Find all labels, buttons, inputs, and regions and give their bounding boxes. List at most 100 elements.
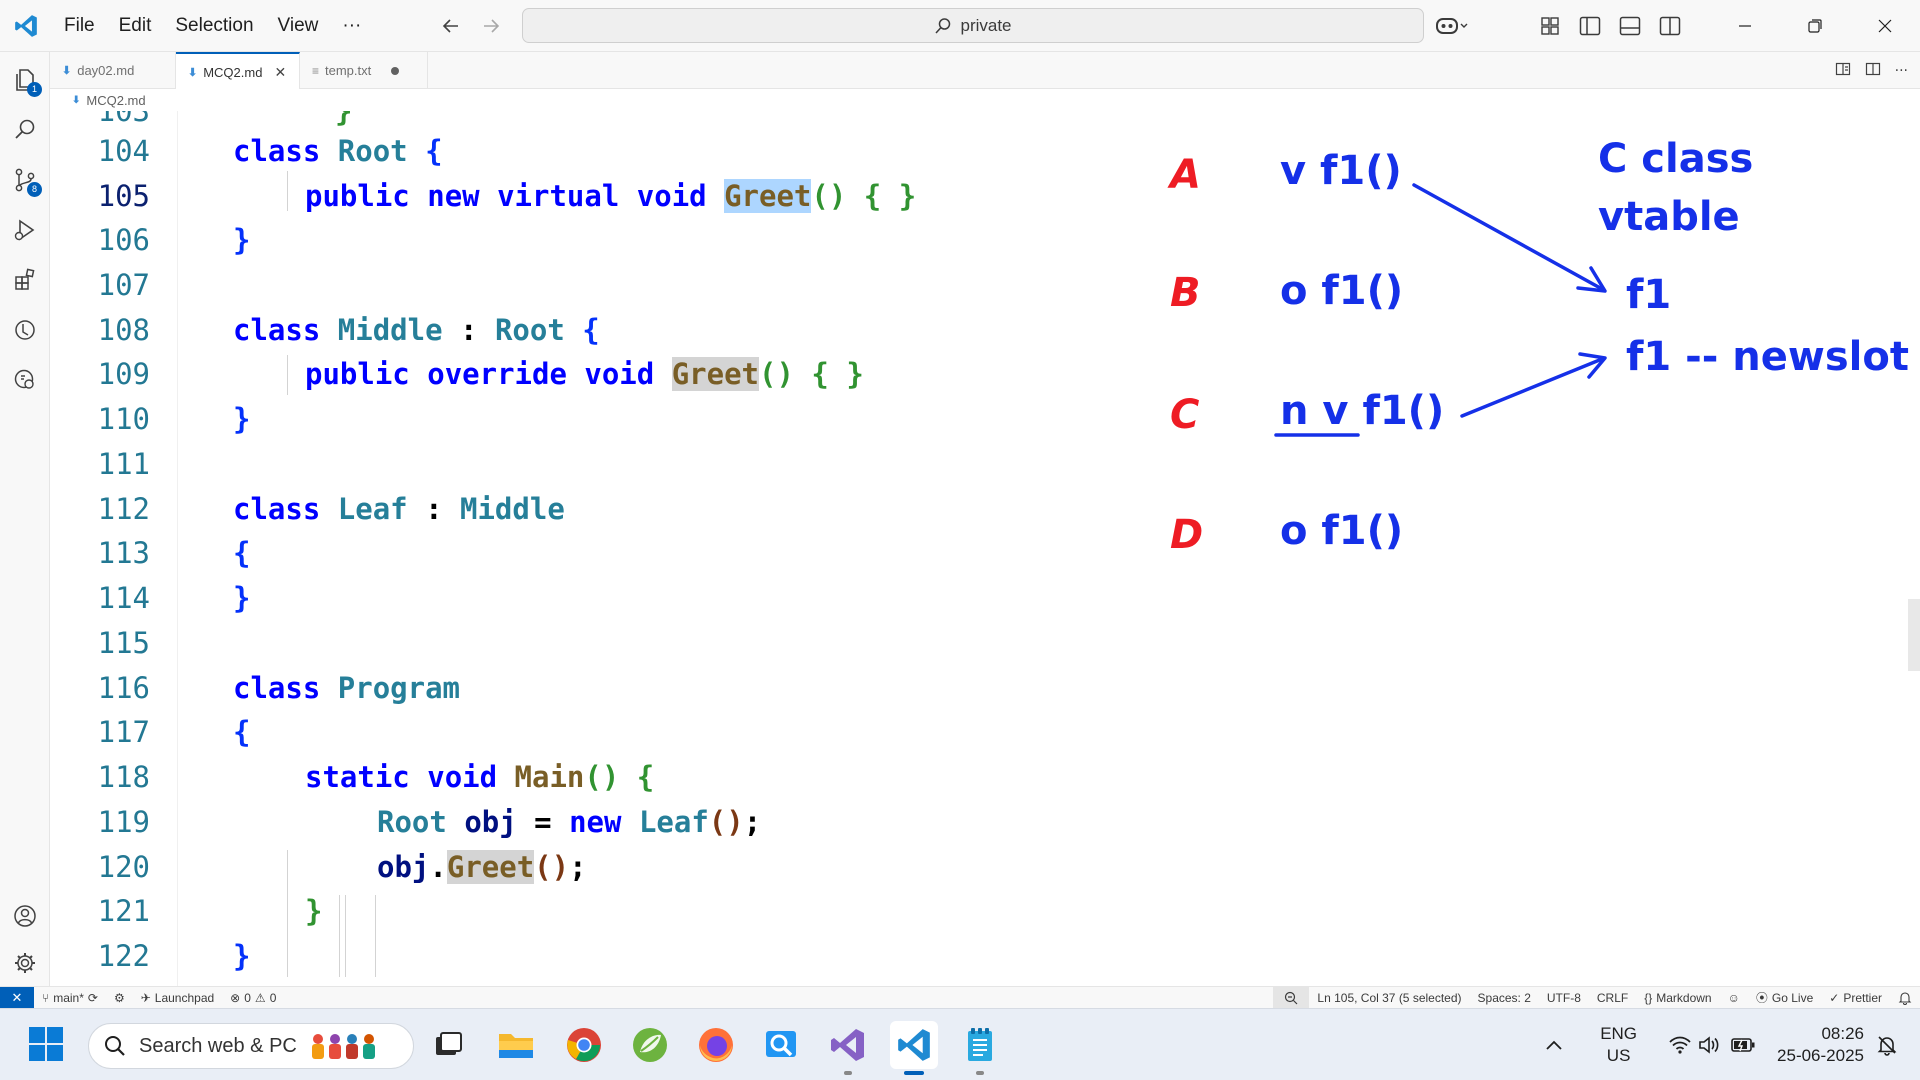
customize-layout-icon[interactable] <box>1530 0 1570 52</box>
menu-view[interactable]: View <box>266 0 331 52</box>
toggle-secondary-sidebar-icon[interactable] <box>1650 0 1690 52</box>
active-indicator <box>904 1071 924 1075</box>
source-control-badge: 8 <box>27 182 42 197</box>
text-file-icon: ≡ <box>312 63 320 78</box>
tab-mcq2[interactable]: ⬇ MCQ2.md ✕ <box>176 52 300 90</box>
editor-tab-bar: ⬇ day02.md ⬇ MCQ2.md ✕ ≡ temp.txt ··· <box>50 52 1920 90</box>
search-icon[interactable] <box>0 105 50 155</box>
scrollbar-thumb[interactable] <box>1908 599 1920 671</box>
encoding[interactable]: UTF-8 <box>1539 987 1589 1009</box>
debug-status-icon[interactable]: ⚙ <box>106 987 133 1009</box>
toggle-primary-sidebar-icon[interactable] <box>1570 0 1610 52</box>
branch-indicator[interactable]: ⑂ main* ⟳ <box>34 987 106 1009</box>
explorer-icon[interactable]: 1 <box>0 55 50 105</box>
end-of-line[interactable]: CRLF <box>1589 987 1636 1009</box>
notepad-icon[interactable] <box>956 1021 1004 1075</box>
visual-studio-icon[interactable] <box>824 1021 872 1075</box>
file-explorer-icon[interactable] <box>492 1021 540 1069</box>
launchpad-icon: ✈ <box>140 990 151 1005</box>
prettier-button[interactable]: ✓ Prettier <box>1821 987 1890 1009</box>
close-window-icon[interactable] <box>1850 0 1920 52</box>
vscode-taskbar-icon[interactable] <box>890 1021 938 1075</box>
menu-file[interactable]: File <box>52 0 107 52</box>
zoom-icon[interactable] <box>1273 987 1310 1009</box>
sync-icon: ⟳ <box>87 990 98 1005</box>
show-hidden-icons-chevron-icon[interactable] <box>1532 1009 1576 1080</box>
menu-selection[interactable]: Selection <box>163 0 265 52</box>
code-editor[interactable]: 103 } 104 105 106 107 108 109 110 111 11… <box>50 111 1920 986</box>
launchpad-button[interactable]: ✈ Launchpad <box>133 987 222 1009</box>
battery-icon[interactable] <box>1725 1036 1761 1054</box>
chrome-icon[interactable] <box>560 1021 608 1069</box>
vscode-window: File Edit Selection View ··· private 1 8… <box>0 0 1920 1080</box>
clock[interactable]: 08:26 25-06-2025 <box>1777 1023 1864 1067</box>
wifi-icon[interactable] <box>1665 1035 1695 1055</box>
explorer-badge: 1 <box>27 82 42 97</box>
timeline-icon[interactable] <box>0 305 50 355</box>
copilot-icon[interactable] <box>1422 0 1482 52</box>
language-indicator[interactable]: ENG US <box>1600 1023 1637 1067</box>
bell-icon[interactable] <box>1890 987 1920 1009</box>
more-actions-icon[interactable]: ··· <box>1895 63 1908 79</box>
running-indicator <box>976 1071 984 1075</box>
branch-icon: ⑂ <box>42 990 50 1005</box>
windows-start-icon[interactable] <box>28 1026 64 1066</box>
clock-time: 08:26 <box>1821 1024 1864 1043</box>
spring-tool-icon[interactable] <box>626 1021 674 1069</box>
breadcrumb-file[interactable]: MCQ2.md <box>86 93 145 108</box>
check-icon: ✓ <box>1829 991 1840 1005</box>
unsaved-dot-icon[interactable] <box>391 66 400 75</box>
volume-icon[interactable] <box>1695 1035 1725 1055</box>
tab-temp[interactable]: ≡ temp.txt <box>300 52 428 89</box>
braces-icon: {} <box>1644 991 1653 1005</box>
source-control-icon[interactable]: 8 <box>0 155 50 205</box>
tab-label: day02.md <box>77 63 135 78</box>
annotation-arrows <box>1274 183 1607 437</box>
back-arrow-icon[interactable] <box>432 0 470 52</box>
go-live-button[interactable]: ⦿ Go Live <box>1748 987 1821 1009</box>
tab-day02[interactable]: ⬇ day02.md <box>50 52 176 89</box>
gear-icon[interactable] <box>0 938 50 988</box>
taskbar-search-placeholder: Search web & PC <box>139 1034 297 1057</box>
vscode-logo-icon[interactable] <box>0 0 52 52</box>
copilot-status-icon[interactable]: ☺ <box>1720 987 1748 1009</box>
language-mode[interactable]: {} Markdown <box>1636 987 1719 1009</box>
menu-bar: File Edit Selection View ··· <box>52 0 373 52</box>
remote-indicator[interactable]: ✕ <box>0 986 34 1009</box>
title-bar: File Edit Selection View ··· private <box>0 0 1920 52</box>
run-debug-icon[interactable] <box>0 205 50 255</box>
status-bar-right: Ln 105, Col 37 (5 selected) Spaces: 2 UT… <box>1273 987 1920 1009</box>
forward-arrow-icon[interactable] <box>472 0 510 52</box>
broadcast-icon: ⦿ <box>1755 991 1768 1005</box>
notification-bell-icon[interactable] <box>1864 1034 1910 1056</box>
activity-bar: 1 8 <box>0 52 50 986</box>
title-bar-controls <box>1422 0 1920 52</box>
task-view-icon[interactable] <box>424 1021 472 1069</box>
status-bar: ✕ ⑂ main* ⟳ ⚙ ✈ Launchpad ⊗ 0 ⚠ 0 Ln 105… <box>0 986 1920 1009</box>
split-editor-icon[interactable] <box>1865 61 1881 81</box>
toggle-panel-icon[interactable] <box>1610 0 1650 52</box>
menu-more[interactable]: ··· <box>330 0 373 52</box>
firefox-icon[interactable] <box>692 1021 740 1069</box>
search-icon <box>935 17 951 34</box>
minimize-icon[interactable] <box>1710 0 1780 52</box>
search-icon <box>105 1036 125 1056</box>
indentation[interactable]: Spaces: 2 <box>1470 987 1539 1009</box>
restore-icon[interactable] <box>1780 0 1850 52</box>
open-preview-icon[interactable] <box>1835 61 1851 81</box>
command-center-search[interactable]: private <box>522 8 1424 43</box>
zoom-app-icon[interactable] <box>758 1021 806 1069</box>
tab-label: MCQ2.md <box>203 64 263 80</box>
problems-indicator[interactable]: ⊗ 0 ⚠ 0 <box>222 987 284 1009</box>
close-tab-icon[interactable]: ✕ <box>274 64 286 81</box>
remote-explorer-icon[interactable] <box>0 355 50 405</box>
accounts-icon[interactable] <box>0 891 50 941</box>
cursor-position[interactable]: Ln 105, Col 37 (5 selected) <box>1309 987 1469 1009</box>
arrow-v-to-f1 <box>1412 183 1604 291</box>
taskbar-search-box[interactable]: Search web & PC <box>88 1023 414 1069</box>
clock-date: 25-06-2025 <box>1777 1046 1864 1065</box>
error-icon: ⊗ <box>230 990 241 1005</box>
extensions-icon[interactable] <box>0 255 50 305</box>
markdown-file-icon: ⬇ <box>62 65 72 77</box>
menu-edit[interactable]: Edit <box>107 0 164 52</box>
